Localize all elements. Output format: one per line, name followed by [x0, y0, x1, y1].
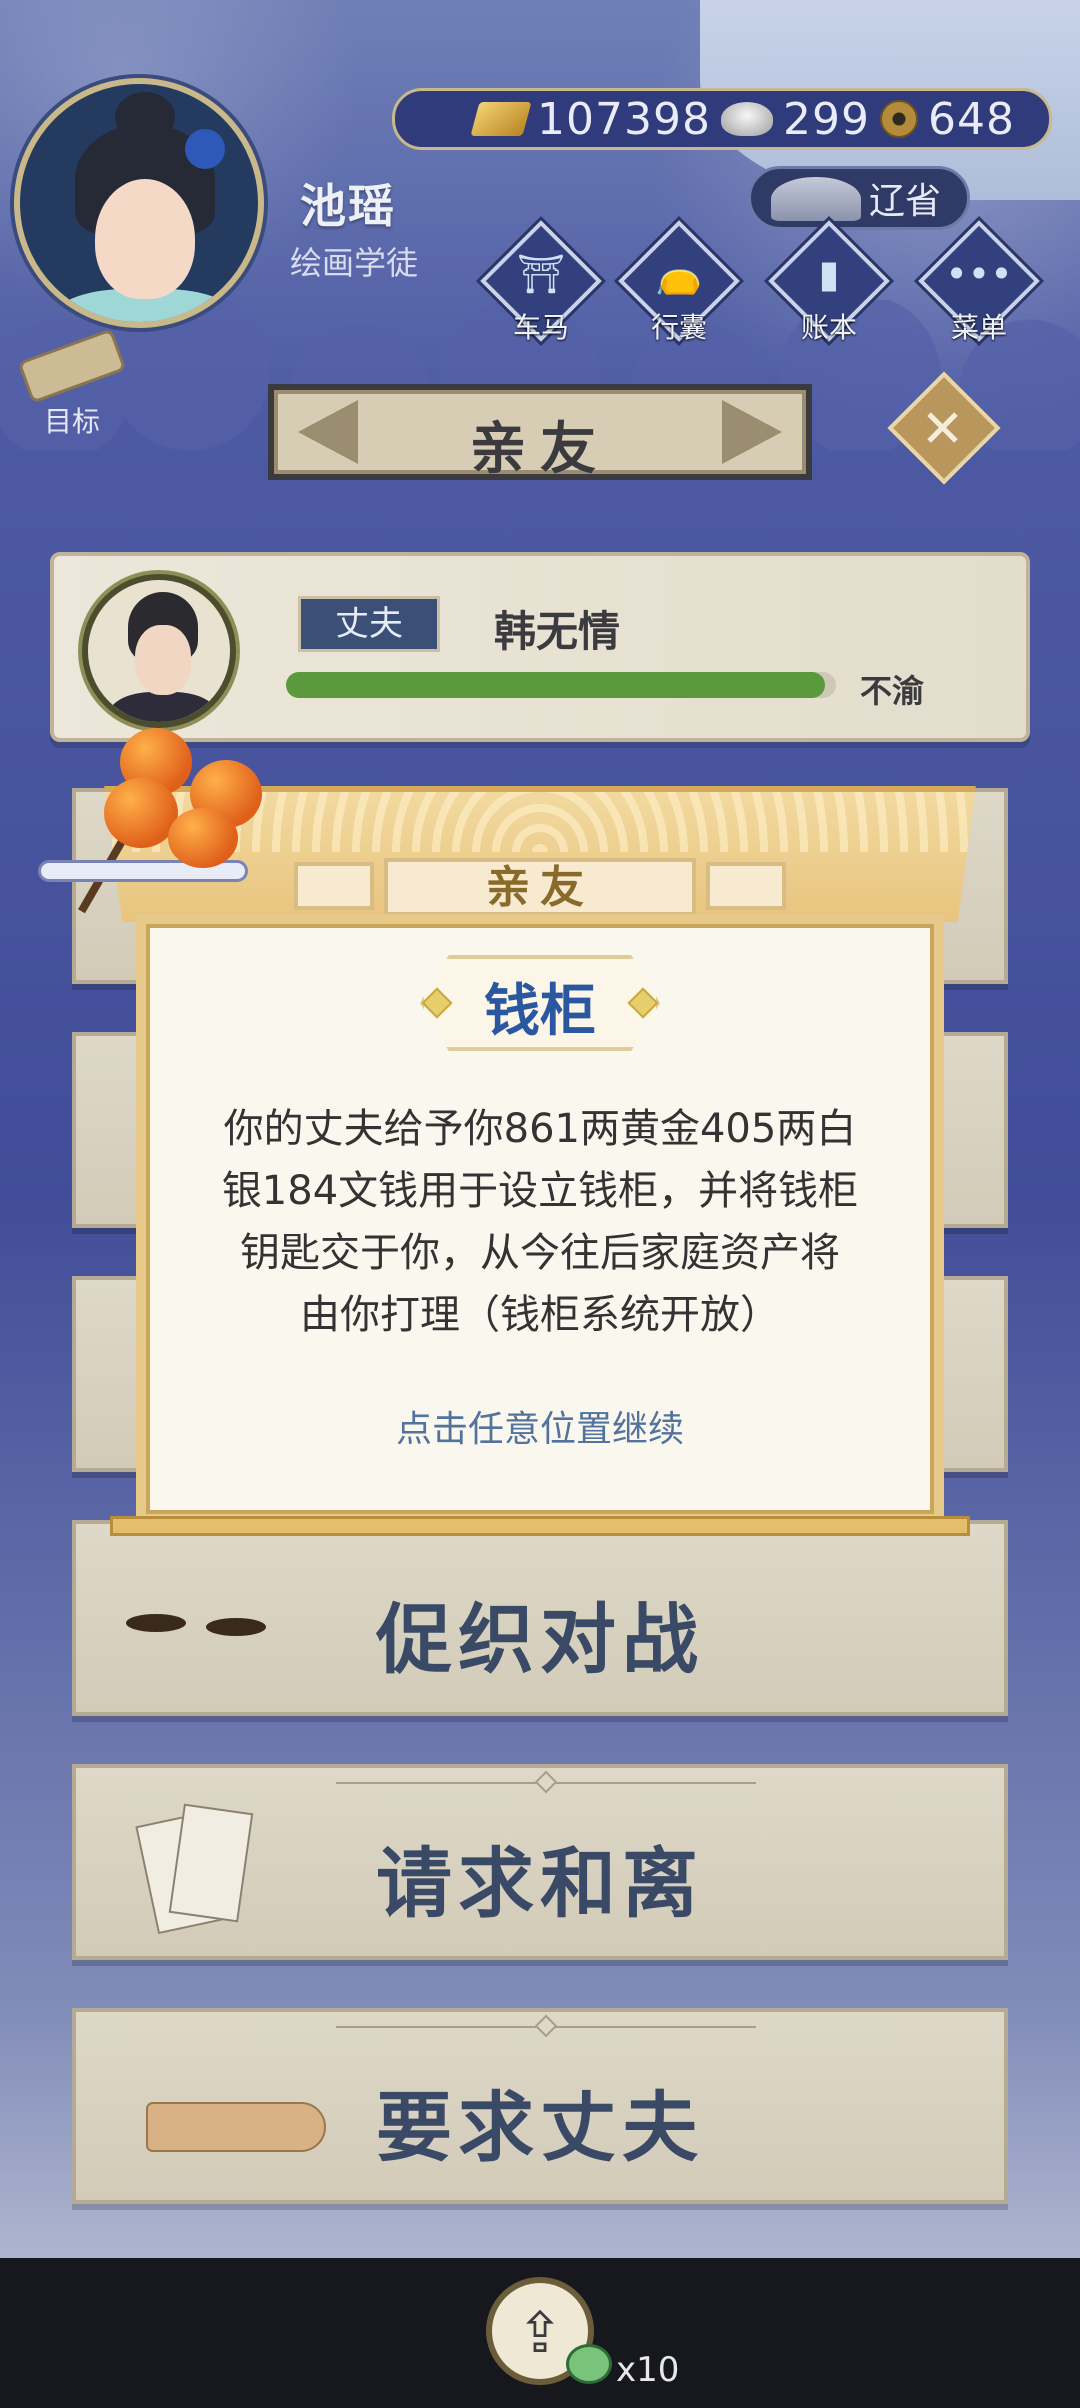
demand-husband-button[interactable]: 要求丈夫: [72, 2008, 1008, 2204]
spouse-card[interactable]: 丈夫 韩无情 不渝: [50, 552, 1030, 742]
more-icon: •••: [945, 252, 1013, 296]
spouse-mood: 不渝: [860, 672, 925, 710]
modal-heading: 钱柜: [484, 979, 596, 1044]
menu-carriage-button[interactable]: ⛩ 车马: [476, 220, 606, 360]
copper-coin-icon: [879, 100, 918, 138]
close-icon: ✕: [920, 399, 965, 460]
request-divorce-label: 请求和离: [376, 1839, 704, 1928]
spouse-avatar: [82, 574, 236, 728]
affection-bar: [286, 672, 836, 698]
cricket-battle-label: 促织对战: [376, 1595, 704, 1684]
menu-carriage-label: 车马: [512, 311, 569, 344]
menu-more-label: 菜单: [950, 311, 1007, 344]
goal-button[interactable]: 目标: [17, 328, 128, 438]
gold-amount: 107398: [537, 93, 711, 145]
menu-bag-label: 行囊: [650, 311, 707, 344]
page-title-banner: 亲友: [268, 384, 812, 482]
silver-ingot-icon: [720, 102, 773, 136]
spouse-name: 韩无情: [494, 607, 621, 656]
modal-tab-side-left: [294, 862, 374, 910]
menu-ledger-button[interactable]: ▮ 账本: [764, 220, 894, 360]
modal-tab-side-right: [706, 862, 786, 910]
inkstone-icon: [771, 177, 861, 221]
demand-husband-label: 要求丈夫: [376, 2083, 704, 2172]
frog-icon: [566, 2344, 612, 2384]
request-divorce-button[interactable]: 请求和离: [72, 1764, 1008, 1960]
menu-more-button[interactable]: ••• 菜单: [914, 220, 1044, 360]
affection-bar-fill: [286, 672, 825, 698]
ledger-icon: ▮: [818, 252, 840, 296]
menu-ledger-label: 账本: [800, 311, 857, 344]
modal-message-line: 钥匙交于你，从今往后家庭资产将: [240, 1230, 840, 1276]
cricket-battle-button[interactable]: 促织对战: [72, 1520, 1008, 1716]
fruit-icon: [168, 808, 238, 868]
continue-hint[interactable]: 点击任意位置继续: [180, 1400, 900, 1452]
liaosheng-label: 辽省: [868, 181, 941, 222]
menu-bag-button[interactable]: 👝 行囊: [614, 220, 744, 360]
goal-label: 目标: [44, 405, 101, 438]
currency-bar: 107398 299 648: [392, 88, 1052, 150]
coin-amount: 648: [927, 93, 1015, 145]
modal-message-line: 银184文钱用于设立钱柜，并将钱柜: [221, 1168, 859, 1214]
modal-message-line: 由你打理（钱柜系统开放）: [300, 1292, 780, 1338]
silver-amount: 299: [782, 93, 870, 145]
spouse-role-tag: 丈夫: [298, 596, 440, 652]
modal-tab-label: 亲友: [384, 858, 696, 916]
modal-base: [110, 1516, 970, 1536]
player-name: 池瑶: [300, 179, 396, 233]
modal-message-line: 你的丈夫给予你861两黄金405两白: [223, 1106, 857, 1152]
player-rank: 绘画学徒: [290, 244, 419, 282]
gold-ingot-icon: [470, 102, 532, 136]
fruit-icon: [104, 778, 178, 848]
modal-message: 你的丈夫给予你861两黄金405两白 银184文钱用于设立钱柜，并将钱柜 钥匙交…: [180, 1098, 900, 1346]
player-avatar[interactable]: [14, 78, 264, 328]
bag-icon: 👝: [655, 252, 703, 296]
page-title: 亲友: [470, 417, 610, 482]
share-reward-count: x10: [616, 2350, 680, 2390]
carriage-icon: ⛩: [516, 252, 566, 296]
liaosheng-button[interactable]: 辽省: [748, 166, 970, 230]
